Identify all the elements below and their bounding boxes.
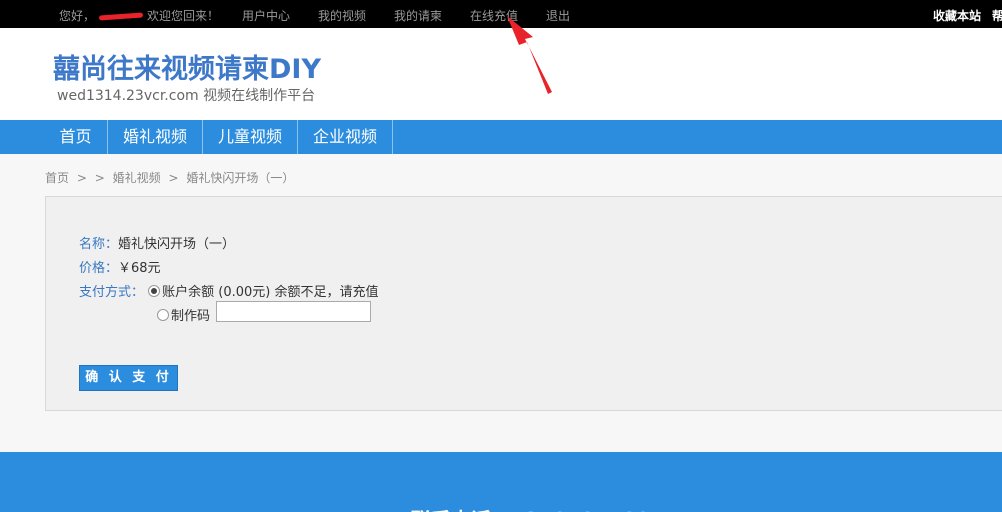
nav-children-videos[interactable]: 儿童视频 xyxy=(203,120,298,154)
breadcrumb-separator: > xyxy=(94,171,105,185)
site-logo-title[interactable]: 囍尚往来视频请柬DIY xyxy=(53,47,321,86)
nav-wedding-videos[interactable]: 婚礼视频 xyxy=(108,120,203,154)
greeting-prefix: 您好， xyxy=(59,9,96,23)
production-code-input[interactable] xyxy=(216,301,371,322)
site-footer: 联系电话：13485811891 xyxy=(0,452,1002,512)
nav-user-center[interactable]: 用户中心 xyxy=(242,7,290,24)
bookmark-site-link[interactable]: 收藏本站 xyxy=(933,7,981,24)
balance-option-label[interactable]: 账户余额 (0.00元) 余额不足，请充值 xyxy=(162,285,378,300)
breadcrumb-home[interactable]: 首页 xyxy=(45,171,69,185)
site-logo-subtitle: wed1314.23vcr.com 视频在线制作平台 xyxy=(57,88,316,104)
nav-online-recharge[interactable]: 在线充值 xyxy=(470,7,518,24)
price-label: 价格： xyxy=(79,261,119,276)
price-value: ￥68元 xyxy=(118,261,161,276)
redacted-username xyxy=(98,12,144,21)
payment-method-row: 支付方式： 账户余额 (0.00元) 余额不足，请充值 xyxy=(79,281,379,300)
code-option-label[interactable]: 制作码 xyxy=(171,309,210,324)
site-header: 囍尚往来视频请柬DIY wed1314.23vcr.com 视频在线制作平台 xyxy=(0,28,1002,120)
balance-radio[interactable] xyxy=(148,285,161,297)
confirm-payment-button[interactable]: 确 认 支 付 xyxy=(79,365,178,391)
help-link[interactable]: 帮 xyxy=(992,7,1002,24)
contact-phone: 联系电话：13485811891 xyxy=(411,504,664,512)
price-row: 价格：￥68元 xyxy=(79,257,161,276)
code-radio[interactable] xyxy=(157,309,169,321)
nav-my-videos[interactable]: 我的视频 xyxy=(318,7,366,24)
nav-home[interactable]: 首页 xyxy=(44,120,108,154)
nav-corporate-videos[interactable]: 企业视频 xyxy=(298,120,393,154)
product-name-row: 名称：婚礼快闪开场（一） xyxy=(79,233,235,252)
nav-my-invitations[interactable]: 我的请柬 xyxy=(394,7,442,24)
product-name-label: 名称： xyxy=(79,237,119,252)
product-name-value: 婚礼快闪开场（一） xyxy=(118,237,236,252)
breadcrumb-category[interactable]: 婚礼视频 xyxy=(113,171,161,185)
code-option-row: 制作码 xyxy=(157,305,210,324)
welcome-message: 您好， 欢迎您回来！ xyxy=(59,7,219,24)
top-bar: 您好， 欢迎您回来！ 用户中心 我的视频 我的请柬 在线充值 退出 收藏本站 帮 xyxy=(0,0,1002,28)
nav-logout[interactable]: 退出 xyxy=(546,7,570,24)
breadcrumb-separator: > xyxy=(76,171,87,185)
breadcrumb-separator: > xyxy=(168,171,179,185)
greeting-suffix: 欢迎您回来！ xyxy=(147,9,220,23)
main-nav: 首页 婚礼视频 儿童视频 企业视频 xyxy=(0,120,1002,154)
payment-method-label: 支付方式： xyxy=(79,285,145,300)
breadcrumb: 首页 > > 婚礼视频 > 婚礼快闪开场（一） xyxy=(45,169,298,186)
payment-panel: 名称：婚礼快闪开场（一） 价格：￥68元 支付方式： 账户余额 (0.00元) … xyxy=(45,196,1002,411)
breadcrumb-current: 婚礼快闪开场（一） xyxy=(186,171,295,185)
